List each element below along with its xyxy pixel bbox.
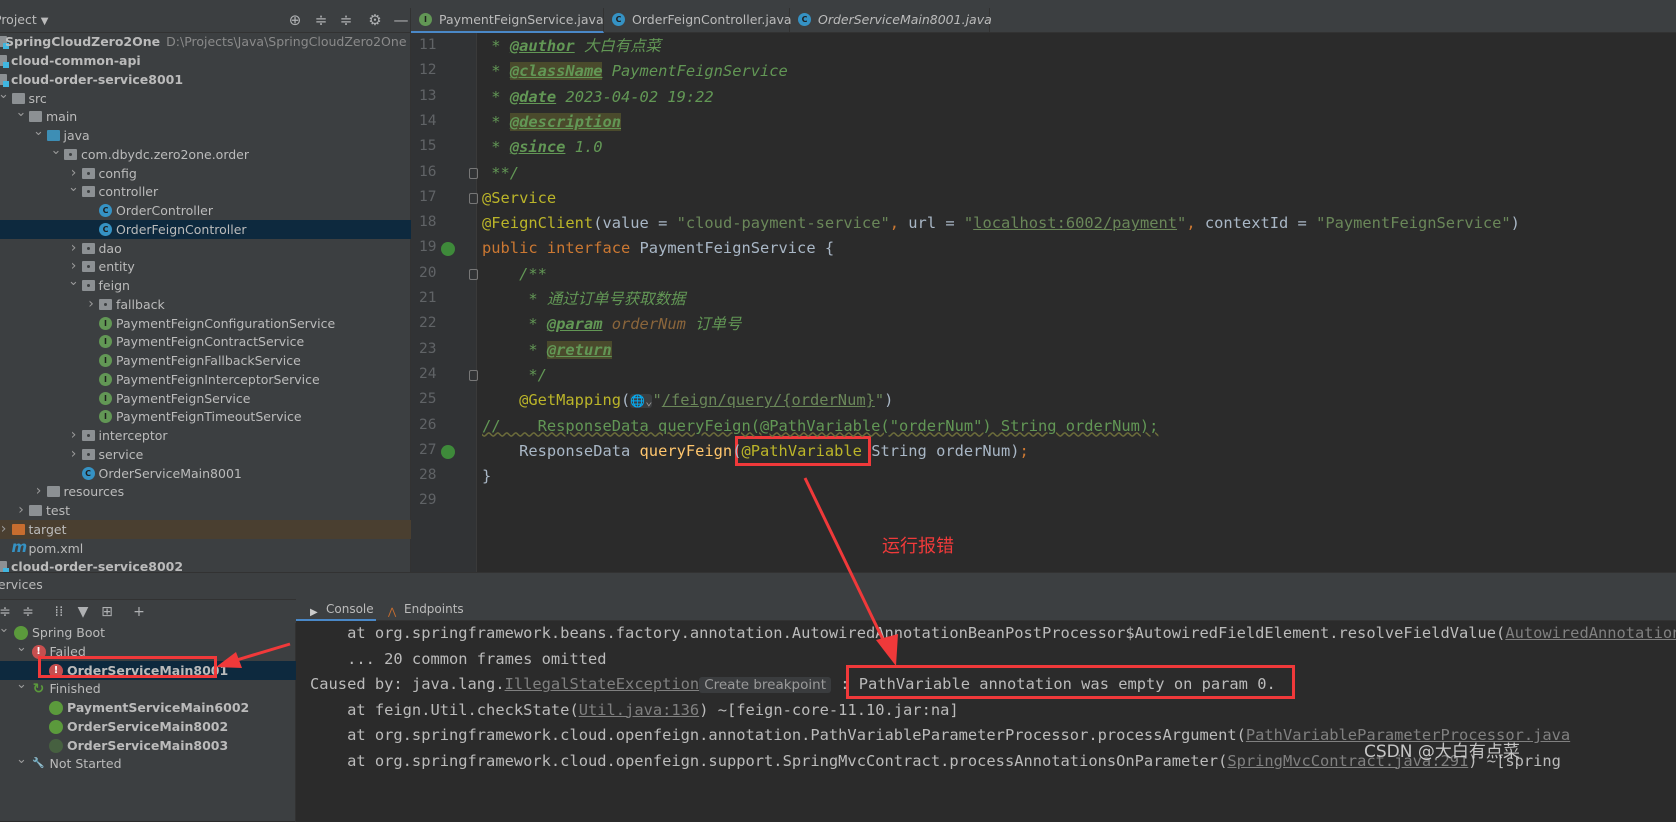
code-token: **/: [482, 163, 520, 182]
code-token: @description: [509, 112, 622, 131]
code-line[interactable]: @Service: [482, 186, 556, 211]
code-line[interactable]: @FeignClient(value = "cloud-payment-serv…: [482, 211, 1520, 236]
code-token: ": [1177, 214, 1187, 233]
code-token: ": [652, 391, 662, 410]
code-token: @date: [509, 87, 557, 106]
code-token: queryFeign: [639, 441, 733, 460]
code-token: 2023-04-02 19:22: [556, 87, 714, 106]
code-token: @since: [509, 138, 566, 157]
code-line[interactable]: * 通过订单号获取数据: [482, 287, 685, 312]
code-line[interactable]: * @description: [482, 110, 622, 135]
arrow-to-service: [216, 642, 291, 668]
code-line[interactable]: @GetMapping(🌐⌄"/feign/query/{orderNum}"): [482, 388, 893, 413]
code-token: @GetMapping: [519, 391, 622, 410]
code-token: @className: [509, 62, 603, 81]
code-token: "cloud-payment-service": [676, 214, 890, 233]
code-token: 大白有点菜: [574, 37, 661, 55]
code-token: *: [482, 37, 510, 55]
code-token: @FeignClient: [482, 214, 594, 233]
code-token: 1.0: [565, 138, 603, 157]
code-token: PaymentFeignService {: [639, 239, 835, 258]
code-line[interactable]: // ResponseData queryFeign(@PathVariable…: [482, 414, 1158, 439]
code-token: public interface: [482, 239, 640, 258]
code-token: ,: [1186, 214, 1205, 233]
code-token: contextId =: [1204, 214, 1317, 233]
code-token: String orderNum): [861, 441, 1020, 460]
code-token: PaymentFeignService: [602, 62, 788, 81]
code-token: *: [482, 112, 510, 131]
code-token: * 通过订单号获取数据: [482, 290, 686, 308]
code-token: 订单号: [685, 315, 742, 334]
code-line[interactable]: */: [482, 363, 547, 388]
code-token: (: [621, 391, 631, 410]
code-token: }: [482, 467, 492, 486]
code-token: ": [963, 214, 974, 233]
code-token: *: [482, 62, 510, 81]
code-line[interactable]: * @since 1.0: [482, 135, 603, 160]
arrow-to-error: [803, 477, 898, 666]
code-token: orderNum: [602, 315, 686, 334]
code-token: // ResponseData queryFeign(@PathVariable…: [482, 416, 1159, 435]
code-token: *: [482, 340, 547, 359]
code-token: /feign/query/{orderNum}: [661, 391, 875, 410]
code-token: ): [884, 391, 894, 410]
code-line[interactable]: /**: [482, 262, 547, 287]
code-line[interactable]: * @param orderNum 订单号: [482, 312, 741, 337]
code-token: *: [482, 87, 510, 106]
code-token: @author: [509, 37, 575, 55]
code-token: ): [1510, 214, 1520, 233]
code-line[interactable]: public interface PaymentFeignService {: [482, 236, 834, 261]
code-token: @param: [546, 315, 603, 334]
code-token: url =: [908, 214, 964, 233]
code-line[interactable]: * @author 大白有点菜: [482, 34, 661, 59]
code-token: @PathVariable: [741, 441, 862, 460]
code-token: *: [482, 315, 547, 334]
code-line[interactable]: **/: [482, 161, 519, 186]
code-token: /**: [482, 264, 547, 283]
code-token: */: [482, 365, 547, 384]
code-line[interactable]: }: [482, 464, 491, 489]
code-token: ResponseData: [482, 441, 640, 460]
code-token: @Service: [482, 188, 557, 207]
code-line[interactable]: * @className PaymentFeignService: [482, 59, 788, 84]
code-token: "PaymentFeignService": [1316, 214, 1511, 233]
code-token: @return: [546, 340, 612, 359]
code-token: 🌐⌄: [630, 394, 653, 409]
code-token: *: [482, 138, 510, 157]
code-line[interactable]: ResponseData queryFeign(@PathVariable St…: [482, 439, 1029, 464]
code-line[interactable]: * @date 2023-04-02 19:22: [482, 85, 714, 110]
code-token: localhost:6002/payment: [973, 214, 1178, 233]
code-token: (value =: [593, 214, 677, 233]
code-token: ,: [889, 214, 909, 233]
code-line[interactable]: * @return: [482, 338, 612, 363]
watermark: CSDN @大白有点菜: [1364, 742, 1520, 762]
code-token: ": [874, 391, 885, 410]
code-token: ;: [1019, 441, 1029, 460]
